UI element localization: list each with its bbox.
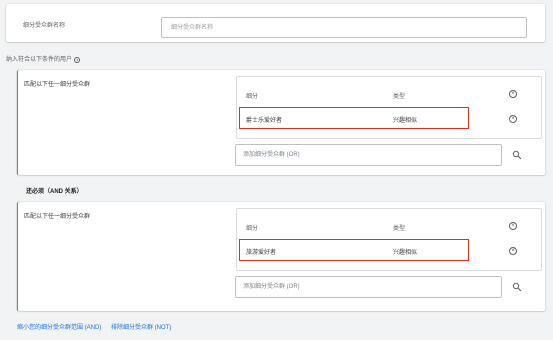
add-segment-input[interactable] <box>235 276 502 298</box>
remove-all-icon[interactable]: × <box>509 222 517 230</box>
column-header-segment: 细分 <box>246 226 259 232</box>
include-users-text: 纳入符合以下条件的用户 <box>6 57 73 63</box>
and-relation-label: 还必须（AND 关系） <box>26 189 83 195</box>
segment-group-2: 匹配以下任一细分受众群 细分 类型 × 旅游爱好者 兴趣相似 × <box>17 202 545 311</box>
search-icon[interactable] <box>512 282 522 292</box>
remove-segment-icon[interactable]: × <box>509 247 517 255</box>
remove-segment-icon[interactable]: × <box>509 115 517 123</box>
include-users-label: 纳入符合以下条件的用户? <box>6 54 81 63</box>
help-icon[interactable]: ? <box>74 57 81 63</box>
segment-cell: 爵士乐爱好者 <box>246 118 283 124</box>
segment-group-1: 匹配以下任一细分受众群 细分 类型 × 爵士乐爱好者 兴趣相似 × <box>17 70 545 175</box>
type-cell: 兴趣相似 <box>393 118 418 124</box>
segment-table: 细分 类型 × 爵士乐爱好者 兴趣相似 × <box>236 76 542 139</box>
segment-name-card: 细分受众群名称 <box>6 4 545 42</box>
segment-table: 细分 类型 × 旅游爱好者 兴趣相似 × <box>236 208 542 271</box>
type-cell: 兴趣相似 <box>393 250 418 256</box>
exclude-segment-link[interactable]: 排除细分受众群 (NOT) <box>111 325 171 331</box>
column-header-segment: 细分 <box>246 94 259 100</box>
search-icon[interactable] <box>512 150 522 160</box>
group-title: 匹配以下任一细分受众群 <box>24 214 91 220</box>
add-segment-input[interactable] <box>235 144 502 166</box>
segment-cell: 旅游爱好者 <box>246 250 277 256</box>
narrow-segment-link[interactable]: 缩小您的细分受众群范围 (AND) <box>17 325 101 331</box>
footer-links: 缩小您的细分受众群范围 (AND) 排除细分受众群 (NOT) <box>17 322 179 331</box>
group-title: 匹配以下任一细分受众群 <box>24 82 91 88</box>
column-header-type: 类型 <box>393 94 406 100</box>
remove-all-icon[interactable]: × <box>509 90 517 98</box>
segment-name-input[interactable] <box>161 17 527 38</box>
segment-name-label: 细分受众群名称 <box>23 23 66 29</box>
column-header-type: 类型 <box>393 226 406 232</box>
